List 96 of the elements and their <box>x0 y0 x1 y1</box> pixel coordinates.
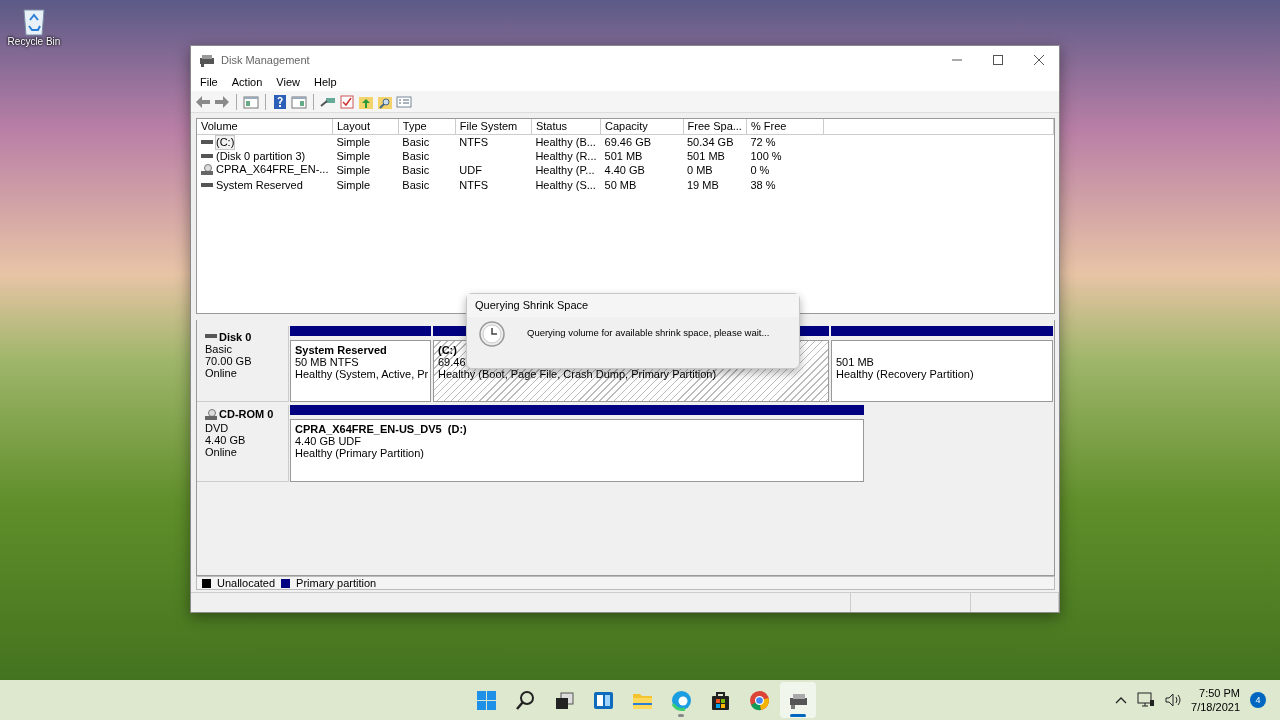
console-tree-icon[interactable] <box>243 93 259 110</box>
table-cell: NTFS <box>459 135 489 148</box>
dialog-title: Querying Shrink Space <box>467 294 799 317</box>
table-cell: 72 % <box>750 135 776 148</box>
table-cell: Healthy (B... <box>535 135 596 148</box>
panels-icon <box>592 689 614 711</box>
table-cell: Healthy (R... <box>535 149 597 162</box>
cd-drive-icon <box>201 164 213 175</box>
taskbar-button[interactable] <box>780 682 816 718</box>
disk-info: Basic <box>205 342 232 355</box>
clock-time: 7:50 PM <box>1198 686 1240 700</box>
disk-info: 4.40 GB <box>205 433 246 446</box>
table-cell: Basic <box>402 178 430 191</box>
disk-info: Online <box>205 445 237 458</box>
browser-icon <box>670 689 692 711</box>
column-header[interactable]: Volume <box>197 119 333 135</box>
table-cell: Simple <box>336 178 371 191</box>
recycle-bin-icon[interactable] <box>20 6 48 36</box>
partition-info: 69.46 <box>438 356 466 368</box>
window-title: Disk Management <box>221 53 310 67</box>
dialog-message: Querying volume for available shrink space, please wait... <box>527 328 770 340</box>
menu-item[interactable]: File <box>193 76 225 89</box>
table-cell: Basic <box>402 149 430 162</box>
table-cell: 100 % <box>750 149 782 162</box>
monitor-icon[interactable] <box>1137 692 1156 708</box>
column-header[interactable]: File System <box>455 119 532 135</box>
menu-item[interactable]: View <box>269 76 307 89</box>
overlapping-windows-icon <box>553 689 575 711</box>
menu-item[interactable]: Action <box>224 76 270 89</box>
table-cell: Basic <box>402 164 430 176</box>
table-cell: 50 MB <box>604 178 637 191</box>
forward-arrow-icon[interactable] <box>214 93 230 110</box>
maximize-icon <box>992 55 1003 65</box>
action-pane-icon[interactable] <box>291 93 307 110</box>
menu-item[interactable]: Help <box>306 76 344 89</box>
partition-block[interactable]: 501 MB Healthy (Recovery Partition) <box>831 340 1053 402</box>
chevron-up-icon[interactable] <box>1115 696 1128 704</box>
table-cell: 501 MB <box>687 149 725 162</box>
partition-title: System Reserved <box>295 344 387 356</box>
table-cell: Simple <box>336 164 371 176</box>
clock[interactable]: 7:50 PM 7/18/2021 <box>1191 686 1240 714</box>
column-header[interactable]: % Free <box>746 119 824 135</box>
partition-title: (C:) <box>438 344 457 356</box>
speaker-icon[interactable] <box>1165 693 1182 707</box>
drive-list-entry[interactable]: CPRA_X64FRE_EN-... <box>201 163 329 176</box>
column-header[interactable]: Layout <box>332 119 399 135</box>
partition-info: Healthy (Primary Partition) <box>295 447 424 459</box>
table-cell: 0 MB <box>687 164 713 176</box>
table-cell: 0 % <box>750 164 770 176</box>
partition-title: CPRA_X64FRE_EN-US_DV5 (D:) <box>295 423 467 435</box>
shopping-bag-icon <box>709 689 731 711</box>
table-cell: 19 MB <box>687 178 719 191</box>
browser-icon <box>748 689 770 711</box>
partition-block[interactable]: CPRA_X64FRE_EN-US_DV5 (D:) 4.40 GB UDF Healthy (Primary Partition) <box>290 419 864 482</box>
notification-count[interactable]: 4 <box>1250 692 1266 708</box>
table-cell: UDF <box>459 164 482 176</box>
clock-date: 7/18/2021 <box>1191 700 1240 714</box>
table-cell: Basic <box>402 135 430 148</box>
disk-info: 70.00 GB <box>205 354 252 367</box>
partition-info: Healthy (Recovery Partition) <box>836 368 974 380</box>
table-cell: Healthy (S... <box>535 178 596 191</box>
checklist-icon[interactable] <box>339 93 355 110</box>
clock-icon <box>479 320 505 347</box>
table-cell: 50.34 GB <box>687 135 734 148</box>
legend-label: Primary partition <box>296 576 377 590</box>
desktop-icon-label[interactable]: Recycle Bin <box>7 36 61 48</box>
table-cell: 4.40 GB <box>604 164 645 176</box>
disk-info: Online <box>205 366 237 379</box>
partition-info: 4.40 GB UDF <box>295 435 362 447</box>
column-header[interactable]: Status <box>531 119 601 135</box>
table-cell: 38 % <box>750 178 776 191</box>
drive-list-entry[interactable]: System Reserved <box>201 179 303 192</box>
partition-info: 501 MB <box>836 356 874 368</box>
grid-icon <box>475 689 497 711</box>
column-header[interactable]: Type <box>398 119 456 135</box>
disk-name: Disk 0 <box>205 330 252 343</box>
partition-info: Healthy (System, Active, Pr <box>295 368 429 380</box>
table-cell: 69.46 GB <box>604 135 652 148</box>
disk-info: DVD <box>205 421 229 434</box>
search-icon <box>514 689 536 711</box>
column-header[interactable]: Capacity <box>600 119 683 135</box>
disk-name: CD-ROM 0 <box>205 408 274 420</box>
table-cell: 501 MB <box>604 149 643 162</box>
table-cell: Simple <box>336 149 371 162</box>
close-icon <box>1033 55 1044 65</box>
column-header[interactable]: Free Spa... <box>683 119 747 135</box>
drive-list-entry[interactable]: (Disk 0 partition 3) <box>201 150 306 163</box>
table-cell: NTFS <box>459 178 489 191</box>
legend-label: Unallocated <box>217 576 276 590</box>
partition-info: 50 MB NTFS <box>295 356 359 368</box>
table-cell: Healthy (P... <box>535 164 595 176</box>
cd-drive-icon <box>205 408 217 420</box>
help-icon[interactable] <box>272 93 288 110</box>
partition-info: Healthy (Boot, Page File, Crash Dump, Primary Partition) <box>438 368 717 380</box>
partition-block[interactable]: System Reserved 50 MB NTFS Healthy (System, Active, Pr <box>290 340 431 402</box>
table-cell: Simple <box>336 135 371 148</box>
